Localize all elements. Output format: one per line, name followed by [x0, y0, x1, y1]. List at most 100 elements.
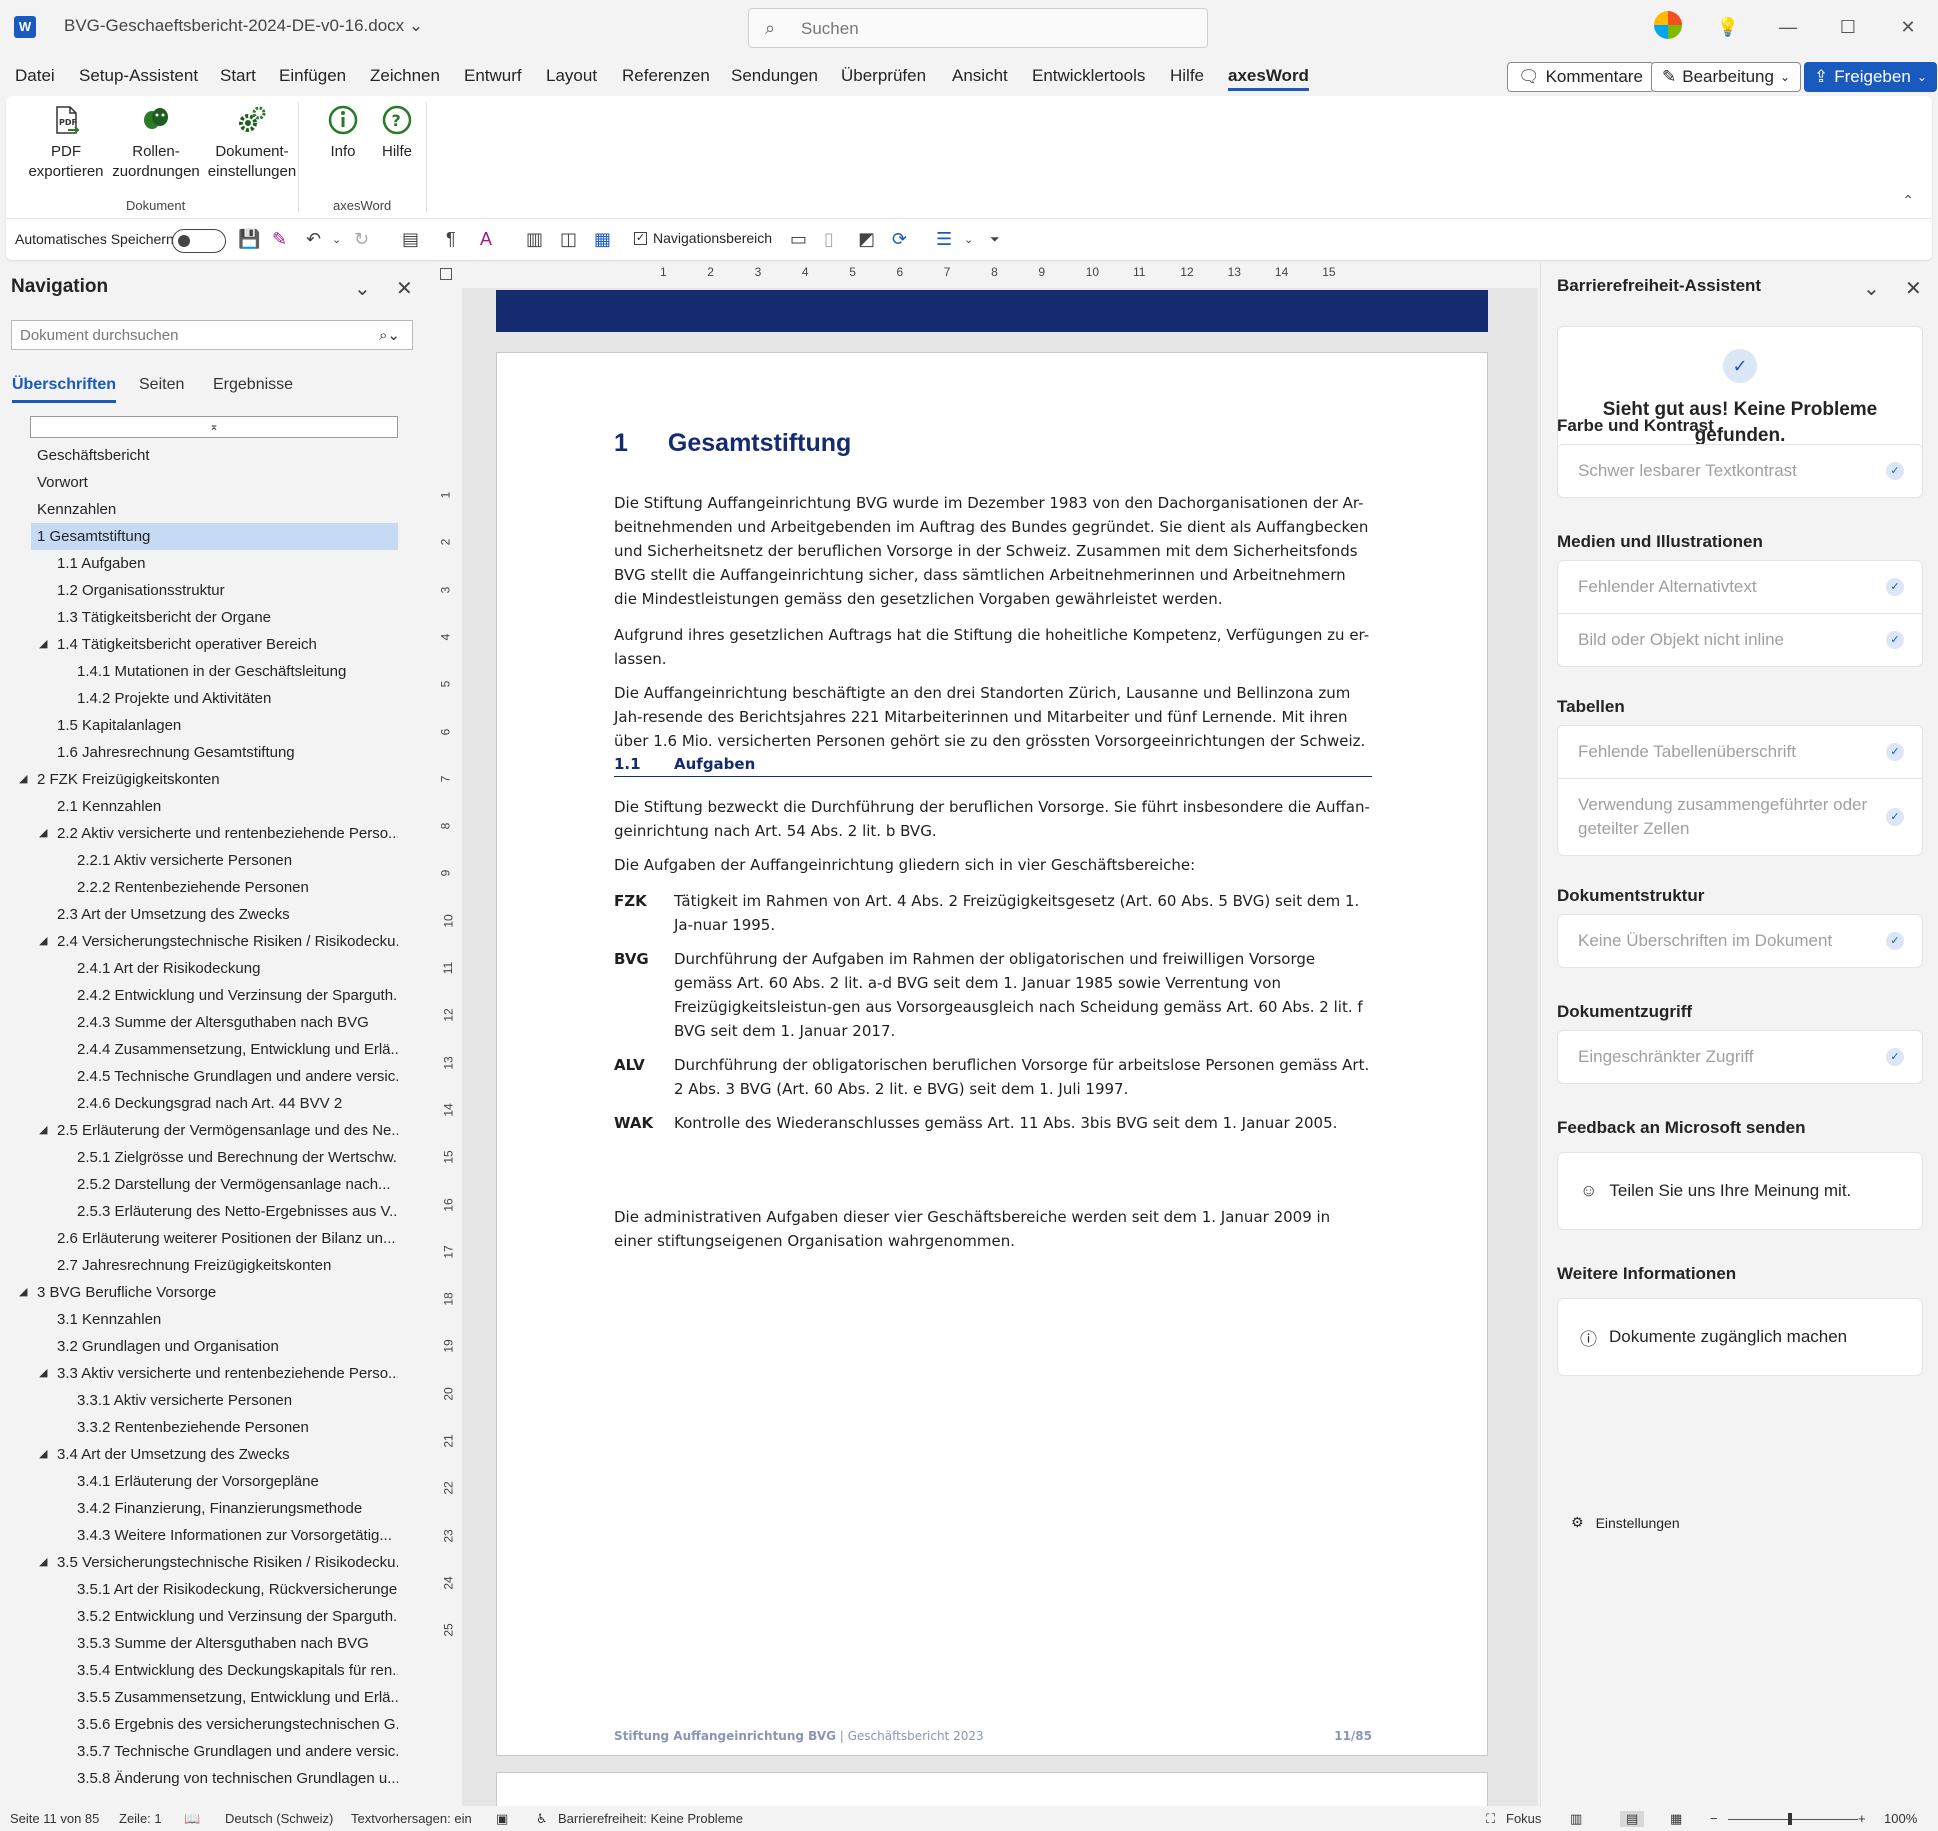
accessibility-status[interactable]: Barrierefreiheit: Keine Probleme [558, 1811, 743, 1826]
nav-heading-item[interactable]: 3.5.7 Technische Grundlagen und andere v… [0, 1738, 398, 1765]
nav-heading-item[interactable]: 2.4.6 Deckungsgrad nach Art. 44 BVV 2 [0, 1090, 398, 1117]
nav-heading-item[interactable]: ◢ 3 BVG Berufliche Vorsorge [0, 1279, 398, 1306]
next-page[interactable] [496, 1772, 1488, 1806]
text-field-icon[interactable]: ▭ [790, 229, 807, 250]
nav-heading-item[interactable]: ◢ 2.2 Aktiv versicherte und rentenbeziehe… [0, 820, 398, 847]
read-mode-icon[interactable]: ▥ [1570, 1811, 1582, 1827]
redo-icon[interactable]: ↻ [354, 229, 369, 250]
line-indicator[interactable]: Zeile: 1 [119, 1811, 162, 1826]
menu-ansicht[interactable]: Ansicht [952, 66, 1008, 86]
maximize-icon[interactable]: ☐ [1818, 17, 1878, 38]
refresh-doc-icon[interactable]: ⟳ [892, 229, 907, 250]
menu-hilfe[interactable]: Hilfe [1170, 66, 1204, 86]
nav-heading-item[interactable]: 3.3.1 Aktiv versicherte Personen [0, 1387, 398, 1414]
check-item[interactable]: Verwendung zusammengeführter oder geteil… [1558, 779, 1922, 855]
pdf-export-button[interactable]: PDF PDF exportieren [18, 104, 114, 182]
styles-icon[interactable]: A [480, 229, 492, 250]
expand-triangle-icon[interactable]: ◢ [39, 631, 47, 658]
nav-heading-item[interactable]: 3.2 Grundlagen und Organisation [0, 1333, 398, 1360]
expand-triangle-icon[interactable]: ◢ [39, 928, 47, 955]
nav-heading-item[interactable]: 3.1 Kennzahlen [0, 1306, 398, 1333]
menu-referenzen[interactable]: Referenzen [622, 66, 710, 86]
page-indicator[interactable]: Seite 11 von 85 [10, 1811, 99, 1826]
nav-heading-item[interactable]: 3.5.6 Ergebnis des versicherungstechnisc… [0, 1711, 398, 1738]
nav-heading-item[interactable]: 1.3 Tätigkeitsbericht der Organe [0, 604, 398, 631]
print-layout-icon[interactable]: ▥ [526, 229, 543, 250]
table-icon[interactable]: ▦ [594, 229, 611, 250]
macro-icon[interactable]: ▣ [496, 1811, 508, 1827]
menu-entwicklertools[interactable]: Entwicklertools [1032, 66, 1145, 86]
check-item[interactable]: Keine Überschriften im Dokument ✓ [1558, 915, 1922, 967]
nav-heading-item[interactable]: 3.4.3 Weitere Informationen zur Vorsorge… [0, 1522, 398, 1549]
chevron-down-icon[interactable]: ⌄ [354, 276, 371, 301]
zoom-level[interactable]: 100% [1884, 1811, 1917, 1826]
tab-results[interactable]: Ergebnisse [213, 376, 293, 394]
nav-heading-item[interactable]: 2.5.2 Darstellung der Vermögensanlage na… [0, 1171, 398, 1198]
print-layout-icon[interactable]: ▤ [1620, 1811, 1645, 1827]
nav-heading-item[interactable]: 3.3.2 Rentenbeziehende Personen [0, 1414, 398, 1441]
nav-heading-item[interactable]: ◢1 Gesamtstiftung [31, 523, 398, 550]
nav-heading-item[interactable]: 2.1 Kennzahlen [0, 793, 398, 820]
nav-heading-item[interactable]: 2.2.2 Rentenbeziehende Personen [0, 874, 398, 901]
nav-heading-item[interactable]: 1.6 Jahresrechnung Gesamtstiftung [0, 739, 398, 766]
close-icon[interactable]: ✕ [1905, 276, 1922, 301]
autosave-toggle[interactable] [172, 229, 226, 253]
pilcrow-icon[interactable]: ¶ [446, 229, 456, 250]
nav-heading-item[interactable]: 2.5.3 Erläuterung des Netto-Ergebnisses … [0, 1198, 398, 1225]
menu-axesword[interactable]: axesWord [1228, 66, 1309, 91]
navigation-pane-checkbox[interactable]: ✓ Navigationsbereich [634, 230, 772, 246]
undo-icon[interactable]: ↶ [306, 229, 321, 250]
read-mode-icon[interactable]: ◫ [560, 229, 577, 250]
tab-headings[interactable]: Überschriften [12, 376, 117, 403]
lightbulb-icon[interactable]: 💡 [1698, 17, 1758, 38]
help-button[interactable]: ? Hilfe [370, 104, 424, 162]
zoom-slider[interactable] [1728, 1819, 1858, 1820]
customize-toolbar-icon[interactable]: ⏷ [990, 232, 1000, 247]
nav-heading-item[interactable]: 1.4.2 Projekte und Aktivitäten [0, 685, 398, 712]
check-item[interactable]: Fehlender Alternativtext ✓ [1558, 561, 1922, 614]
close-icon[interactable]: ✕ [1878, 17, 1938, 38]
role-assignments-button[interactable]: Rollen- zuordnungen [106, 104, 206, 182]
text-predictions-indicator[interactable]: Textvorhersagen: ein [351, 1811, 472, 1826]
zoom-slider-thumb[interactable] [1788, 1813, 1792, 1825]
nav-heading-item[interactable]: 2.4.4 Zusammensetzung, Entwicklung und E… [0, 1036, 398, 1063]
nav-heading-item[interactable]: ◢ 3.5 Versicherungstechnische Risiken / R… [0, 1549, 398, 1576]
spelling-icon[interactable]: 📖 [184, 1811, 200, 1827]
check-item[interactable]: Fehlende Tabellenüberschrift ✓ [1558, 726, 1922, 779]
tab-selector[interactable] [440, 268, 452, 280]
expand-triangle-icon[interactable]: ◢ [39, 1360, 47, 1387]
nav-heading-item[interactable]: 2.4.3 Summe der Altersguthaben nach BVG [0, 1009, 398, 1036]
menu-entwurf[interactable]: Entwurf [464, 66, 522, 86]
nav-heading-item[interactable]: ◢ 2.5 Erläuterung der Vermögensanlage und… [0, 1117, 398, 1144]
language-indicator[interactable]: Deutsch (Schweiz) [225, 1811, 333, 1826]
menu-setup-assistent[interactable]: Setup-Assistent [79, 66, 198, 86]
document-search-input[interactable]: Dokument durchsuchen ⌕⌄ [11, 320, 413, 350]
nav-heading-item[interactable]: 2.3 Art der Umsetzung des Zwecks [0, 901, 398, 928]
collapse-ribbon-icon[interactable]: ⌃ [1902, 192, 1914, 209]
nav-heading-item[interactable]: 3.5.8 Änderung von technischen Grundlage… [0, 1765, 398, 1792]
focus-button[interactable]: Fokus [1506, 1811, 1541, 1826]
nav-heading-item[interactable]: ◢ 2 FZK Freizügigkeitskonten [0, 766, 398, 793]
copilot-icon[interactable] [1638, 10, 1698, 44]
share-button[interactable]: ⇪ Freigeben ⌄ [1804, 62, 1937, 92]
nav-heading-item[interactable]: 1.1 Aufgaben [0, 550, 398, 577]
nav-heading-item[interactable]: 3.4.1 Erläuterung der Vorsorgepläne [0, 1468, 398, 1495]
nav-heading-item[interactable]: Kennzahlen [0, 496, 398, 523]
minimize-icon[interactable]: — [1758, 17, 1818, 38]
nav-heading-item[interactable]: ◢ 3.3 Aktiv versicherte und rentenbeziehe… [0, 1360, 398, 1387]
document-canvas[interactable]: 1 Gesamtstiftung Die Stiftung Auffangein… [462, 288, 1538, 1806]
menu-datei[interactable]: Datei [15, 66, 55, 86]
nav-heading-item[interactable]: 2.4.5 Technische Grundlagen und andere v… [0, 1063, 398, 1090]
comments-button[interactable]: 🗨 Kommentare [1507, 62, 1654, 92]
search-input[interactable]: ⌕ Suchen [748, 8, 1208, 48]
chevron-down-icon[interactable]: ⌄ [1863, 276, 1880, 301]
nav-heading-item[interactable]: 1.2 Organisationsstruktur [0, 577, 398, 604]
nav-heading-item[interactable]: 3.5.5 Zusammensetzung, Entwicklung und E… [0, 1684, 398, 1711]
feedback-link[interactable]: ☺ Teilen Sie uns Ihre Meinung mit. [1557, 1152, 1923, 1230]
search-icon[interactable]: ⌕⌄ [379, 326, 400, 344]
list-dropdown-icon[interactable]: ⌄ [964, 233, 973, 246]
expand-triangle-icon[interactable]: ◢ [19, 766, 27, 793]
menu-zeichnen[interactable]: Zeichnen [370, 66, 440, 86]
settings-link[interactable]: ⚙ Einstellungen [1571, 1514, 1680, 1531]
form-icon[interactable]: ▯ [824, 229, 834, 250]
